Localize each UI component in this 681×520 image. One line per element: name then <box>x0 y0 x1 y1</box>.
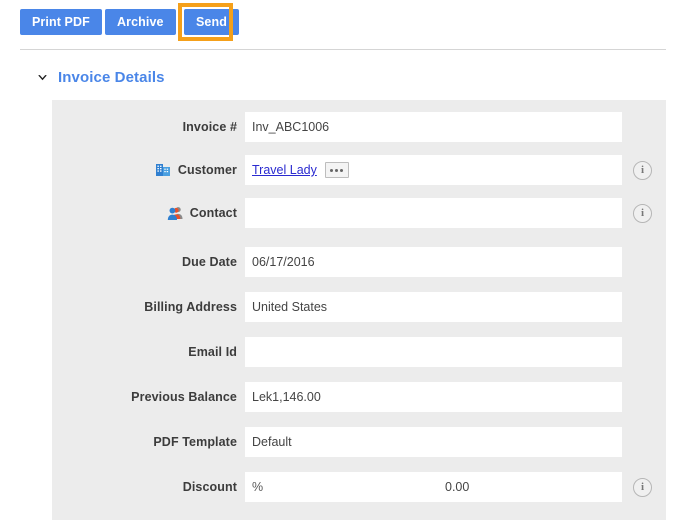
customer-info-icon[interactable]: i <box>633 160 652 180</box>
contact-input[interactable] <box>245 198 622 228</box>
discount-amount: 0.00 <box>445 480 470 494</box>
form-row-invoice-number: Invoice # Inv_ABC1006 <box>52 112 666 142</box>
dot <box>340 168 344 172</box>
form-row-email-id: Email Id <box>52 337 666 367</box>
form-row-due-date: Due Date 06/17/2016 <box>52 247 666 277</box>
field-label: Contact <box>189 206 237 220</box>
form-row-pdf-template: PDF Template Default <box>52 427 666 457</box>
print-pdf-button[interactable]: Print PDF <box>20 9 102 35</box>
due-date-input[interactable]: 06/17/2016 <box>245 247 622 277</box>
field-label: Due Date <box>182 255 237 269</box>
label-cell: Email Id <box>52 345 245 359</box>
discount-info-icon[interactable]: i <box>633 477 652 497</box>
label-cell: Invoice # <box>52 120 245 134</box>
customer-link[interactable]: Travel Lady <box>252 163 317 177</box>
label-cell: Discount <box>52 480 245 494</box>
invoice-details-section-header[interactable]: Invoice Details <box>36 66 165 88</box>
customer-picker-button[interactable] <box>324 162 349 178</box>
customer-field[interactable]: Travel Lady <box>245 155 622 185</box>
form-row-billing-address: Billing Address United States <box>52 292 666 322</box>
pdf-template-input[interactable]: Default <box>245 427 622 457</box>
form-row-previous-balance: Previous Balance Lek1,146.00 <box>52 382 666 412</box>
previous-balance-input[interactable]: Lek1,146.00 <box>245 382 622 412</box>
field-label: Email Id <box>188 345 237 359</box>
field-label: Invoice # <box>182 120 237 134</box>
field-value: Inv_ABC1006 <box>252 120 330 134</box>
label-cell: Due Date <box>52 255 245 269</box>
contacts-people-icon <box>167 205 184 221</box>
label-cell: Customer <box>52 162 245 178</box>
label-cell: Billing Address <box>52 300 245 314</box>
label-cell: PDF Template <box>52 435 245 449</box>
field-value: Lek1,146.00 <box>252 390 321 404</box>
invoice-details-panel: Invoice # Inv_ABC1006 Customer Travel La… <box>52 100 666 520</box>
billing-address-input[interactable]: United States <box>245 292 622 322</box>
email-id-input[interactable] <box>245 337 622 367</box>
form-row-discount: Discount % 0.00 i <box>52 472 666 502</box>
send-button[interactable]: Send <box>184 9 239 35</box>
field-label: Previous Balance <box>131 390 237 404</box>
toolbar: Print PDF Archive Send <box>0 0 681 42</box>
field-value: United States <box>252 300 328 314</box>
dot <box>330 168 334 172</box>
discount-unit: % <box>252 480 264 494</box>
archive-button[interactable]: Archive <box>105 9 176 35</box>
label-cell: Previous Balance <box>52 390 245 404</box>
toolbar-divider <box>20 49 666 50</box>
field-value: Default <box>252 435 292 449</box>
dot <box>335 168 339 172</box>
company-building-icon <box>155 162 172 178</box>
page-title: Invoice Details <box>58 68 165 86</box>
form-row-customer: Customer Travel Lady i <box>52 155 666 185</box>
discount-input[interactable]: % 0.00 <box>245 472 622 502</box>
field-label: Customer <box>177 163 237 177</box>
field-label: Billing Address <box>144 300 237 314</box>
chevron-down-icon[interactable] <box>36 71 49 84</box>
field-label: Discount <box>182 480 237 494</box>
field-value: 06/17/2016 <box>252 255 315 269</box>
contact-info-icon[interactable]: i <box>633 203 652 223</box>
invoice-number-input[interactable]: Inv_ABC1006 <box>245 112 622 142</box>
field-label: PDF Template <box>153 435 237 449</box>
form-row-contact: Contact i <box>52 198 666 228</box>
label-cell: Contact <box>52 205 245 221</box>
